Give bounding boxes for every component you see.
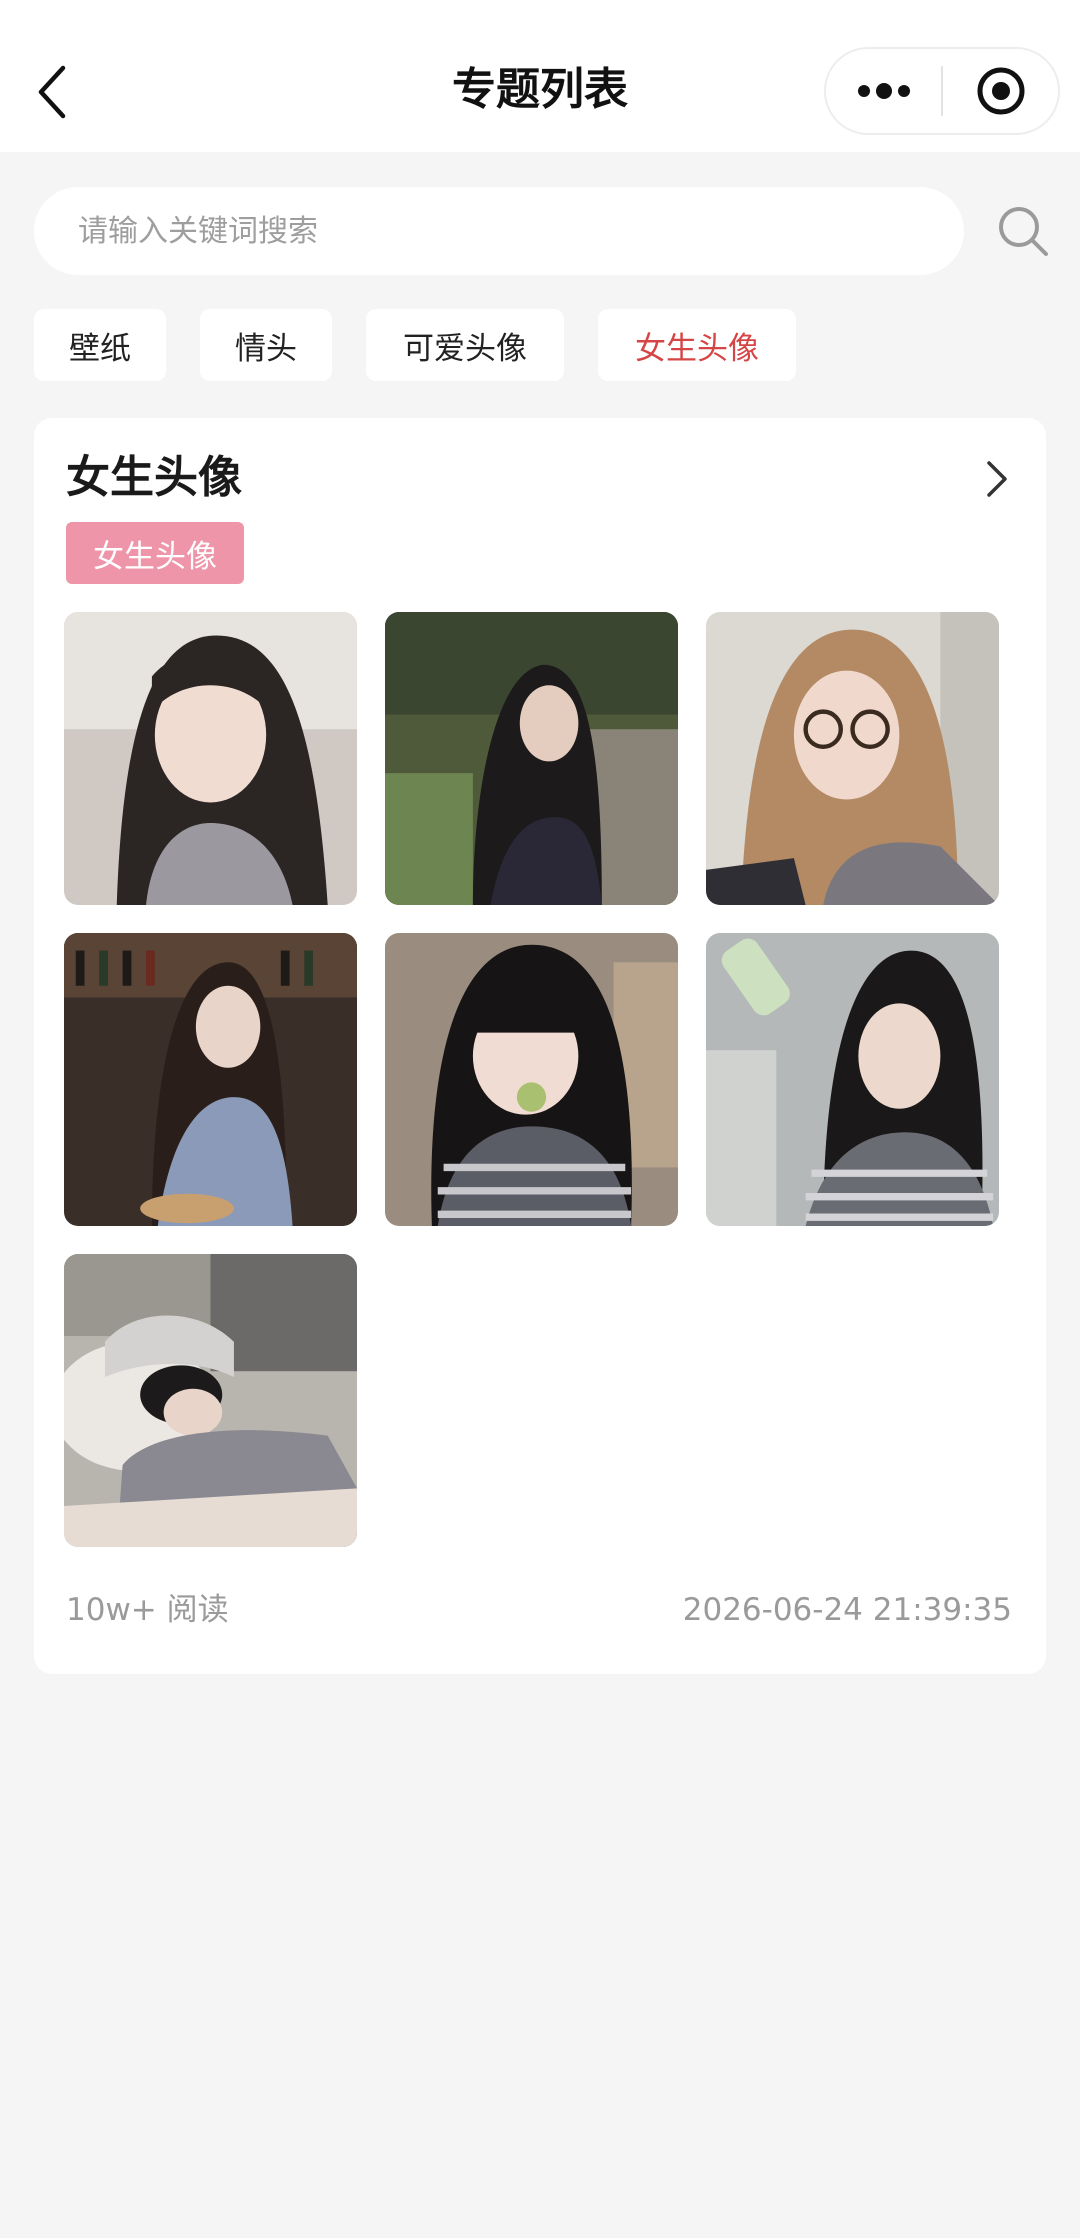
portrait-photo <box>64 612 357 905</box>
tag-cute-avatar[interactable]: 可爱头像 <box>366 309 564 381</box>
tag-girl-avatar[interactable]: 女生头像 <box>598 309 796 381</box>
navigation-bar: 专题列表 <box>0 0 1080 152</box>
tag-wallpaper[interactable]: 壁纸 <box>34 309 166 381</box>
publish-time: 2026-06-24 21:39:35 <box>682 1592 1012 1628</box>
more-button[interactable] <box>826 49 941 133</box>
search-input[interactable] <box>34 187 964 275</box>
close-miniprogram-button[interactable] <box>943 49 1058 133</box>
topic-title: 女生头像 <box>66 452 242 503</box>
read-count: 10w+ 阅读 <box>66 1592 229 1628</box>
chevron-right-icon <box>987 461 1007 497</box>
topic-badge: 女生头像 <box>66 522 244 584</box>
miniprogram-capsule <box>824 47 1060 135</box>
photo-thumbnail-2[interactable] <box>385 612 678 905</box>
portrait-photo <box>385 612 678 905</box>
portrait-photo <box>385 933 678 1226</box>
tag-couple-avatar[interactable]: 情头 <box>200 309 332 381</box>
portrait-photo <box>706 933 999 1226</box>
portrait-photo <box>706 612 999 905</box>
target-circle-icon <box>977 67 1024 115</box>
photo-thumbnail-7[interactable] <box>64 1254 357 1547</box>
portrait-photo <box>64 1254 357 1547</box>
topic-more-button[interactable] <box>972 454 1022 504</box>
photo-thumbnail-1[interactable] <box>64 612 357 905</box>
portrait-photo <box>64 933 357 1226</box>
topic-card[interactable]: 女生头像 女生头像 10w+ 阅读 2026-06-24 21:39:35 <box>34 418 1046 1674</box>
photo-thumbnail-3[interactable] <box>706 612 999 905</box>
search-icon <box>999 207 1048 256</box>
photo-thumbnail-6[interactable] <box>706 933 999 1226</box>
photo-thumbnail-5[interactable] <box>385 933 678 1226</box>
search-button[interactable] <box>990 198 1056 264</box>
more-dots-icon <box>857 83 910 99</box>
photo-thumbnail-4[interactable] <box>64 933 357 1226</box>
